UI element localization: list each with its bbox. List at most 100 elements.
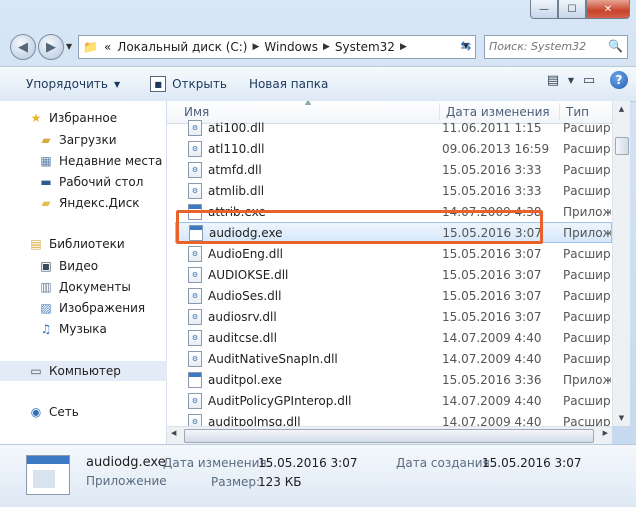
- change-view-icon[interactable]: ▤: [544, 71, 562, 89]
- annotation-highlight-box: [176, 210, 543, 244]
- preview-pane-icon[interactable]: ▭: [580, 71, 598, 89]
- file-type: Расшир: [563, 288, 611, 303]
- sidebar-item-network[interactable]: ◉ Сеть: [0, 402, 193, 422]
- file-row[interactable]: ⚙ AuditPolicyGPInterop.dll 14.07.2009 4:40…: [175, 390, 612, 411]
- file-row[interactable]: auditpol.exe 15.05.2016 3:36 Прилож: [175, 369, 612, 390]
- file-row[interactable]: ⚙ ati100.dll 11.06.2011 1:15 Расшир: [175, 117, 612, 138]
- maximize-button[interactable]: ☐: [558, 0, 586, 19]
- downloads-folder-icon: ▰: [41, 133, 51, 147]
- file-type: Расшир: [563, 120, 611, 135]
- horizontal-scrollbar[interactable]: ◀ ▶: [167, 426, 612, 445]
- organize-button[interactable]: Упорядочить ▼: [0, 71, 128, 97]
- images-icon: ▨: [40, 301, 52, 315]
- application-large-icon: [26, 455, 70, 495]
- scroll-left-icon[interactable]: ◀: [171, 429, 176, 437]
- view-dropdown-icon[interactable]: ▼: [562, 71, 580, 89]
- computer-icon: ▭: [30, 364, 42, 378]
- scroll-up-icon[interactable]: ▲: [613, 101, 630, 117]
- file-type: Расшир: [563, 246, 611, 261]
- file-list[interactable]: ▲ Имя Дата изменения Тип ⚙ ati100.dll 11.0…: [167, 101, 612, 426]
- refresh-button[interactable]: ⇆: [456, 36, 476, 56]
- dll-file-icon: ⚙: [188, 266, 202, 283]
- search-icon[interactable]: 🔍: [608, 39, 623, 53]
- title-bar: — ☐ ✕: [0, 0, 636, 28]
- file-name: auditpol.exe: [208, 372, 283, 387]
- dll-file-icon: ⚙: [188, 350, 202, 367]
- file-date: 15.05.2016 3:07: [442, 288, 542, 303]
- file-date: 14.07.2009 4:40: [442, 393, 542, 408]
- file-name: atmlib.dll: [208, 183, 265, 198]
- breadcrumb-local-disk[interactable]: Локальный диск (C:): [114, 40, 250, 54]
- file-name: AudioSes.dll: [208, 288, 282, 303]
- file-date: 09.06.2013 16:59: [442, 141, 550, 156]
- search-box[interactable]: 🔍: [484, 35, 628, 59]
- help-icon[interactable]: ?: [610, 71, 628, 89]
- libraries-icon: ▤: [30, 237, 42, 251]
- dll-file-icon: ⚙: [188, 413, 202, 426]
- details-size-label: Размер:: [211, 475, 261, 489]
- back-button[interactable]: ◀: [10, 34, 36, 60]
- file-row[interactable]: ⚙ AuditNativeSnapIn.dll 14.07.2009 4:40 Рас…: [175, 348, 612, 369]
- new-folder-button[interactable]: Новая папка: [235, 71, 336, 97]
- file-name: auditpolmsg.dll: [208, 414, 301, 427]
- file-row[interactable]: ⚙ auditcse.dll 14.07.2009 4:40 Расшир: [175, 327, 612, 348]
- toolbar-right: ▤ ▼ ▭ ?: [544, 71, 628, 89]
- file-type: Прилож: [563, 204, 611, 219]
- dll-file-icon: ⚙: [188, 140, 202, 157]
- file-date: 14.07.2009 4:40: [442, 351, 542, 366]
- file-row[interactable]: ⚙ AudioSes.dll 15.05.2016 3:07 Расшир: [175, 285, 612, 306]
- close-button[interactable]: ✕: [586, 0, 630, 19]
- breadcrumb-windows[interactable]: Windows: [261, 40, 321, 54]
- file-name: AuditNativeSnapIn.dll: [208, 351, 338, 366]
- dll-file-icon: ⚙: [188, 161, 202, 178]
- file-type: Прилож: [563, 372, 611, 387]
- details-created-label: Дата создания:: [396, 456, 494, 470]
- file-name: AUDIOKSE.dll: [208, 267, 289, 282]
- file-row[interactable]: ⚙ audiosrv.dll 15.05.2016 3:07 Расшир: [175, 306, 612, 327]
- file-type: Расшир: [563, 393, 611, 408]
- breadcrumb-separator-icon[interactable]: ▶: [321, 42, 332, 52]
- file-name: AudioEng.dll: [208, 246, 284, 261]
- file-row[interactable]: ⚙ atl110.dll 09.06.2013 16:59 Расшир: [175, 138, 612, 159]
- forward-arrow-icon: ▶: [46, 39, 56, 55]
- file-date: 11.06.2011 1:15: [442, 120, 542, 135]
- vertical-scroll-thumb[interactable]: [615, 137, 629, 155]
- sidebar-item-computer[interactable]: ▭ Компьютер: [0, 361, 193, 381]
- file-date: 15.05.2016 3:33: [442, 162, 542, 177]
- scroll-down-icon[interactable]: ▼: [613, 410, 630, 426]
- file-date: 15.05.2016 3:33: [442, 183, 542, 198]
- details-pane: audiodg.exe Приложение Дата изменения: 1…: [0, 444, 636, 507]
- breadcrumb-separator-icon[interactable]: ▶: [250, 42, 261, 52]
- file-row[interactable]: ⚙ AUDIOKSE.dll 15.05.2016 3:07 Расшир: [175, 264, 612, 285]
- horizontal-scroll-thumb[interactable]: [184, 429, 594, 443]
- scroll-right-icon[interactable]: ▶: [603, 429, 608, 437]
- organize-label: Упорядочить: [26, 77, 108, 91]
- file-type: Расшир: [563, 309, 611, 324]
- file-date: 15.05.2016 3:07: [442, 246, 542, 261]
- recent-places-icon: ▦: [40, 154, 52, 168]
- sort-ascending-icon: ▲: [305, 101, 312, 106]
- recent-pages-dropdown-icon[interactable]: ▼: [66, 42, 72, 51]
- breadcrumb-separator-icon[interactable]: ▶: [398, 42, 409, 52]
- open-button[interactable]: ■ Открыть: [128, 71, 235, 97]
- file-row[interactable]: ⚙ atmfd.dll 15.05.2016 3:33 Расшир: [175, 159, 612, 180]
- music-icon: ♫: [40, 322, 52, 336]
- sidebar-item-libraries[interactable]: ▤ Библиотеки: [0, 234, 193, 254]
- file-date: 15.05.2016 3:36: [442, 372, 542, 387]
- sidebar-item-favorites[interactable]: ★ Избранное: [0, 108, 193, 128]
- vertical-scrollbar[interactable]: ▲ ▼: [612, 101, 630, 426]
- file-type: Расшир: [563, 141, 611, 156]
- address-bar[interactable]: 📁 « Локальный диск (C:) ▶ Windows ▶ Syst…: [78, 35, 476, 59]
- breadcrumb-system32[interactable]: System32: [332, 40, 398, 54]
- network-icon: ◉: [30, 405, 42, 419]
- address-overflow[interactable]: «: [101, 40, 114, 54]
- minimize-button[interactable]: —: [530, 0, 558, 19]
- file-type: Расшир: [563, 351, 611, 366]
- file-type: Прилож: [563, 225, 611, 240]
- file-row[interactable]: ⚙ atmlib.dll 15.05.2016 3:33 Расшир: [175, 180, 612, 201]
- application-icon: ■: [150, 76, 167, 92]
- forward-button[interactable]: ▶: [38, 34, 64, 60]
- file-row[interactable]: ⚙ AudioEng.dll 15.05.2016 3:07 Расшир: [175, 243, 612, 264]
- file-row[interactable]: ⚙ auditpolmsg.dll 14.07.2009 4:40 Расшир: [175, 411, 612, 426]
- search-input[interactable]: [485, 36, 611, 56]
